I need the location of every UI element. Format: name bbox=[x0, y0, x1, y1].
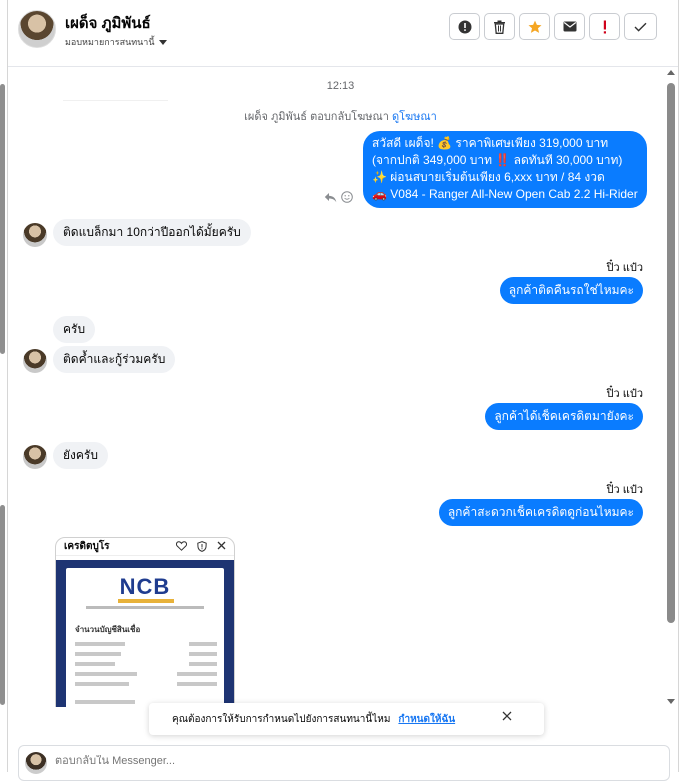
report-row bbox=[75, 662, 217, 668]
avatar[interactable] bbox=[23, 223, 47, 247]
report-row bbox=[75, 672, 217, 678]
emoji-reaction-icon[interactable] bbox=[341, 191, 353, 203]
image-attachment[interactable]: เครดิตบูโร NCB จำนวนบัญชีสินเชื่อ bbox=[55, 537, 235, 707]
conversation-toolbar bbox=[449, 13, 657, 40]
scroll-up-arrow-icon[interactable] bbox=[667, 70, 675, 75]
report-row bbox=[75, 642, 217, 648]
attachment-header: เครดิตบูโร bbox=[56, 538, 234, 556]
ad-message-line: ✨ ผ่อนสบายเริ่มต้นเพียง 6,xxx บาท / 84 ง… bbox=[372, 170, 605, 184]
conversation-panel: เผด็จ ภูมิพันธ์ มอบหมายการสนทนานี้ 12:13… bbox=[7, 0, 679, 781]
info-circle-icon bbox=[458, 20, 471, 33]
close-icon[interactable] bbox=[217, 541, 226, 550]
logo-stripe bbox=[118, 599, 174, 603]
section-title: จำนวนบัญชีสินเชื่อ bbox=[75, 625, 141, 634]
avatar[interactable] bbox=[23, 445, 47, 469]
assign-banner: คุณต้องการให้รับการกำหนดไปยังการสนทนานี้… bbox=[149, 703, 544, 735]
heart-icon[interactable] bbox=[176, 541, 187, 551]
chevron-down-icon bbox=[158, 39, 167, 45]
outer-scrollbar-thumb-lower[interactable] bbox=[0, 505, 5, 705]
scrollbar-thumb[interactable] bbox=[667, 83, 675, 623]
assign-to-me-link[interactable]: กำหนดให้ฉัน bbox=[398, 712, 455, 727]
contact-name[interactable]: เผด็จ ภูมิพันธ์ bbox=[65, 11, 151, 35]
ad-message-line: (จากปกติ 349,000 บาท ‼️ ลดทันที 30,000 บ… bbox=[372, 153, 623, 167]
attachment-title: เครดิตบูโร bbox=[64, 541, 110, 552]
logo-subtitle bbox=[86, 606, 204, 609]
ad-reply-note-text: เผด็จ ภูมิพันธ์ ตอบกลับโฆษณา bbox=[244, 111, 389, 123]
ad-reply-note: เผด็จ ภูมิพันธ์ ตอบกลับโฆษณา ดูโฆษณา bbox=[8, 107, 673, 125]
message-bubble-incoming[interactable]: ติดแบล็กมา 10กว่าปีออกได้มั้ยครับ bbox=[53, 219, 251, 246]
message-list-scrollbar[interactable] bbox=[666, 67, 676, 707]
report-row bbox=[75, 652, 217, 658]
delete-button[interactable] bbox=[484, 13, 515, 40]
info-button[interactable] bbox=[449, 13, 480, 40]
avatar[interactable] bbox=[18, 10, 56, 48]
mark-spam-button[interactable] bbox=[589, 13, 620, 40]
credit-report-card: NCB จำนวนบัญชีสินเชื่อ bbox=[66, 568, 224, 707]
assign-dropdown[interactable]: มอบหมายการสนทนานี้ bbox=[65, 35, 167, 49]
conversation-header: เผด็จ ภูมิพันธ์ มอบหมายการสนทนานี้ bbox=[8, 0, 678, 67]
sender-name: ปิ๋ว แป๋ว bbox=[606, 484, 643, 496]
scroll-down-arrow-icon[interactable] bbox=[667, 699, 675, 704]
check-icon bbox=[634, 22, 647, 32]
star-button[interactable] bbox=[519, 13, 550, 40]
attachment-icons bbox=[176, 541, 226, 552]
star-icon bbox=[528, 20, 541, 33]
sender-name: ปิ๋ว แป๋ว bbox=[606, 388, 643, 400]
report-row bbox=[75, 682, 217, 688]
message-actions bbox=[324, 191, 353, 203]
reply-icon[interactable] bbox=[324, 192, 337, 203]
message-bubble-incoming[interactable]: ครับ bbox=[53, 316, 96, 343]
message-bubble-incoming[interactable]: ติดค้ำและกู้ร่วมครับ bbox=[53, 346, 176, 373]
sender-name: ปิ๋ว แป๋ว bbox=[606, 262, 643, 274]
mail-icon bbox=[563, 21, 576, 32]
assign-banner-text: คุณต้องการให้รับการกำหนดไปยังการสนทนานี้… bbox=[172, 713, 391, 725]
ad-message-line: สวัสดี เผด็จ! 💰 ราคาพิเศษเพียง 319,000 บ… bbox=[372, 136, 609, 150]
close-icon[interactable] bbox=[502, 711, 512, 721]
message-list[interactable]: 12:13 เผด็จ ภูมิพันธ์ ตอบกลับโฆษณา ดูโฆษ… bbox=[8, 67, 678, 707]
message-bubble-outgoing[interactable]: ลูกค้าติดคืนรถใช่ไหมคะ bbox=[499, 277, 643, 304]
outer-scrollbar-thumb[interactable] bbox=[0, 84, 5, 354]
avatar bbox=[25, 752, 47, 774]
ad-message-bubble[interactable]: สวัสดี เผด็จ! 💰 ราคาพิเศษเพียง 319,000 บ… bbox=[363, 131, 647, 208]
avatar[interactable] bbox=[23, 349, 47, 373]
message-bubble-incoming[interactable]: ยังครับ bbox=[53, 442, 108, 469]
attachment-image: NCB จำนวนบัญชีสินเชื่อ bbox=[56, 560, 234, 707]
exclamation-icon bbox=[603, 20, 606, 33]
view-ad-link[interactable]: ดูโฆษณา bbox=[392, 111, 437, 123]
shield-icon[interactable] bbox=[197, 541, 207, 552]
ncb-logo: NCB bbox=[119, 574, 171, 599]
timestamp: 12:13 bbox=[326, 80, 355, 92]
message-bubble-outgoing[interactable]: ลูกค้าสะดวกเช็คเครดิตดูก่อนไหมคะ bbox=[438, 499, 643, 526]
mark-done-button[interactable] bbox=[624, 13, 657, 40]
divider bbox=[63, 100, 168, 101]
assign-label: มอบหมายการสนทนานี้ bbox=[65, 37, 155, 47]
mark-unread-button[interactable] bbox=[554, 13, 585, 40]
message-bubble-outgoing[interactable]: ลูกค้าได้เช็คเครดิตมายังคะ bbox=[485, 403, 643, 430]
trash-icon bbox=[494, 20, 505, 34]
message-composer[interactable] bbox=[18, 745, 670, 781]
ad-message-line: 🚗 V084 - Ranger All-New Open Cab 2.2 Hi-… bbox=[372, 187, 638, 201]
reply-input[interactable] bbox=[55, 755, 635, 767]
